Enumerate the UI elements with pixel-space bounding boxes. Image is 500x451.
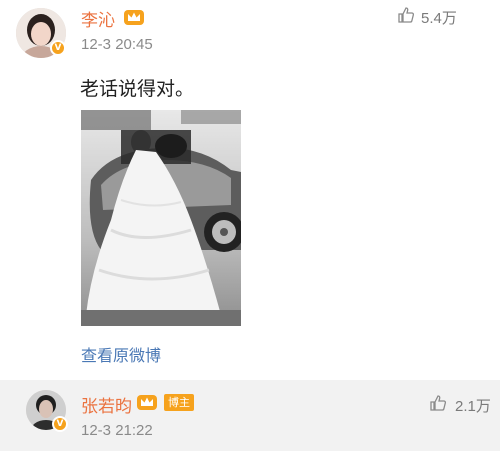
- reply-item: V 张若昀 12-3 21:22 2.1万: [0, 380, 500, 451]
- crown-icon: [137, 395, 157, 410]
- like-count[interactable]: 5.4万: [421, 7, 457, 28]
- post-time: 12-3 20:45: [81, 36, 153, 53]
- like-count[interactable]: 2.1万: [455, 395, 491, 416]
- username[interactable]: 李沁: [81, 6, 115, 31]
- crown-icon: [124, 10, 144, 25]
- weibo-post: V 李沁 12-3 20:45 5.4万 老话说得对。 查看原微博: [0, 0, 500, 380]
- blogger-tag: 博主: [164, 394, 194, 411]
- post-content: 老话说得对。: [80, 78, 195, 100]
- thumbs-up-icon[interactable]: [429, 394, 447, 412]
- view-original-link[interactable]: 查看原微博: [81, 342, 161, 366]
- verified-icon: V: [50, 40, 66, 56]
- post-photo[interactable]: [81, 110, 241, 326]
- thumbs-up-icon[interactable]: [397, 6, 415, 24]
- verified-icon: V: [52, 416, 68, 432]
- username[interactable]: 张若昀: [81, 392, 132, 417]
- reply-time: 12-3 21:22: [81, 422, 153, 439]
